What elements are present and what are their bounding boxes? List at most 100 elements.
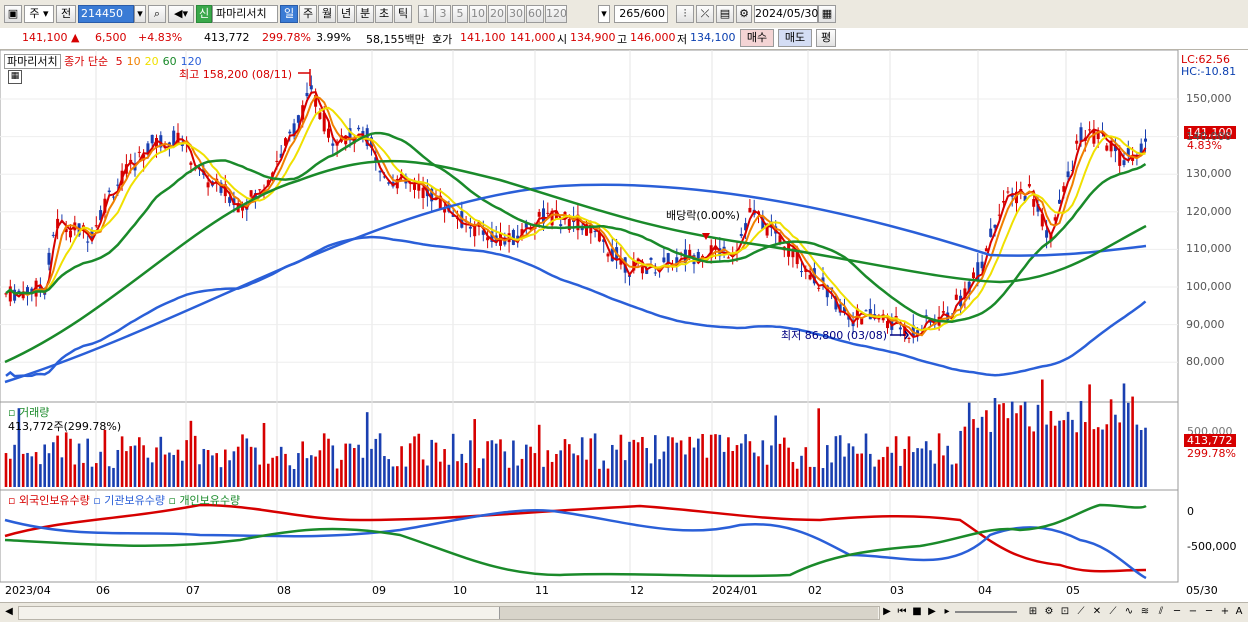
tab-interval[interactable]: 년 [337, 5, 355, 23]
price-tick: 80,000 [1186, 355, 1225, 369]
save-icon[interactable]: ▤ [716, 5, 734, 23]
price-tick: 100,000 [1186, 280, 1232, 293]
holder-tick-zero: 0 [1187, 505, 1194, 518]
tab-interval[interactable]: 일 [280, 5, 298, 23]
tab-number[interactable]: 30 [507, 5, 525, 23]
x-axis-label: 2024/01 [712, 584, 758, 597]
holder-tick-neg: -500,000 [1187, 540, 1237, 553]
minimize-icon[interactable]: ─ [1170, 605, 1184, 619]
fib-icon[interactable]: ≋ [1138, 605, 1152, 619]
tab-number[interactable]: 3 [435, 5, 451, 23]
x-axis-label: 06 [96, 584, 110, 597]
play-icon[interactable]: ▶ [925, 605, 939, 619]
high-annotation: 최고 158,200 (08/11) [179, 68, 293, 81]
zoom-out-icon[interactable]: − [1186, 605, 1200, 619]
legend-ma-60: 60 [162, 55, 177, 68]
x-axis-label: 12 [630, 584, 644, 597]
candle-icon[interactable]: ⫶ [676, 5, 694, 23]
chart-area[interactable]: 파마리서치 종가 단순 5 10 20 60 120 ▦ 최고 158,200 (08/… [0, 50, 1248, 602]
forward-icon[interactable]: ▸ [940, 605, 954, 619]
open-label: 시 [557, 33, 568, 46]
zoom-slider[interactable] [955, 611, 1017, 613]
scroll-left-icon[interactable]: ◀ [2, 605, 16, 619]
code-dropdown-icon[interactable]: ▾ [134, 5, 146, 23]
x-axis-label: 05/30 [1186, 584, 1218, 597]
legend-ma-20: 20 [144, 55, 159, 68]
wave-icon[interactable]: ∿ [1122, 605, 1136, 619]
period-select[interactable]: 주 ▾ [24, 5, 54, 23]
high: 146,000 [630, 31, 676, 44]
scroll-track[interactable] [18, 606, 880, 620]
tab-number[interactable]: 5 [452, 5, 468, 23]
prev-button[interactable]: 전 [56, 5, 76, 23]
volume: 413,772 [204, 31, 250, 44]
legend-individual: ▫ 개인보유수량 [168, 494, 241, 507]
buy-button[interactable]: 매수 [740, 29, 774, 47]
bid-label: 호가 [432, 33, 453, 46]
change-pct: +4.83% [138, 31, 183, 44]
eval-button[interactable]: 평 [816, 29, 836, 47]
new-badge: 신 [196, 5, 212, 23]
price-chart[interactable] [0, 50, 1248, 602]
tab-number[interactable]: 10 [469, 5, 487, 23]
change: 6,500 [95, 31, 127, 44]
tab-interval[interactable]: 초 [375, 5, 393, 23]
volume-last-pct: 299.78% [1187, 447, 1236, 460]
tab-interval[interactable]: 분 [356, 5, 374, 23]
legend-stock[interactable]: 파마리서치 [4, 54, 61, 69]
tab-number[interactable]: 60 [526, 5, 544, 23]
reset-icon[interactable]: ─ [1202, 605, 1216, 619]
x-axis-label: 10 [453, 584, 467, 597]
tab-number[interactable]: 1 [418, 5, 434, 23]
volume-ratio: 299.78% [262, 31, 311, 44]
scroll-thumb[interactable] [499, 607, 878, 619]
calendar-icon[interactable]: ▦ [818, 5, 836, 23]
tab-number[interactable]: 20 [488, 5, 506, 23]
sell-button[interactable]: 매도 [778, 29, 812, 47]
font-icon[interactable]: A [1232, 605, 1246, 619]
cross-icon[interactable]: ✕ [1090, 605, 1104, 619]
x-axis-label: 03 [890, 584, 904, 597]
tab-interval[interactable]: 주 [299, 5, 317, 23]
chart-scrollbar[interactable]: ◀ ▶ ⏮ ■ ▶ ▸ ⊞ ⚙ ⊡ ⟋ ✕ ⟋ ∿ ≋ ⫽ ─ − ─ + A [0, 602, 1248, 622]
price-legend: 파마리서치 종가 단순 5 10 20 60 120 [4, 53, 202, 69]
x-axis-label: 04 [978, 584, 992, 597]
x-axis-label: 07 [186, 584, 200, 597]
price-tick: 90,000 [1186, 317, 1225, 331]
tab-number[interactable]: 120 [545, 5, 567, 23]
tab-dropdown-icon[interactable]: ▾ [598, 5, 610, 23]
window-icon[interactable]: ▣ [4, 5, 22, 23]
rewind-icon[interactable]: ⏮ [895, 605, 909, 619]
legend-foreign: ▫ 외국인보유수량 [8, 494, 90, 507]
toolbar: ▣ 주 ▾ 전 214450 ▾ ⌕ ◀▾ 신 파마리서치 일주월년분초틱135… [0, 0, 1248, 29]
legend-ma-label: 종가 단순 [64, 55, 109, 68]
ask: 141,000 [510, 31, 556, 44]
trend-icon[interactable]: ⟋ [1106, 605, 1120, 619]
count-input[interactable]: 265/600 [614, 5, 668, 23]
line-icon[interactable]: ⟋ [1074, 605, 1088, 619]
tab-interval[interactable]: 틱 [394, 5, 412, 23]
channel-icon[interactable]: ⫽ [1154, 605, 1168, 619]
date-input[interactable]: 2024/05/30 [754, 5, 818, 23]
dividend-annotation: 배당락(0.00%) [666, 209, 740, 222]
table-icon[interactable]: ▦ [8, 70, 22, 84]
x-axis-label: 11 [535, 584, 549, 597]
volume-last-tag: 413,772 [1184, 434, 1236, 447]
x-axis-label: 05 [1066, 584, 1080, 597]
settings-icon[interactable]: ⚙ [1042, 605, 1056, 619]
price-tick: 120,000 [1186, 204, 1232, 218]
low: 134,100 [690, 31, 736, 44]
tab-interval[interactable]: 월 [318, 5, 336, 23]
sound-icon[interactable]: ◀▾ [168, 5, 194, 23]
stock-name: 파마리서치 [212, 5, 278, 23]
indicator-icon[interactable]: ⊞ [1026, 605, 1040, 619]
gear-icon[interactable]: ⚙ [736, 5, 752, 23]
zoom-in-icon[interactable]: + [1218, 605, 1232, 619]
fit-icon[interactable]: ⊡ [1058, 605, 1072, 619]
stop-icon[interactable]: ■ [910, 605, 924, 619]
search-icon[interactable]: ⌕ [148, 5, 166, 23]
price-tick: 110,000 [1186, 242, 1232, 256]
scroll-right-icon[interactable]: ▶ [880, 605, 894, 619]
tools-icon[interactable]: ⤫ [696, 5, 714, 23]
stock-code-input[interactable]: 214450 [78, 5, 134, 23]
